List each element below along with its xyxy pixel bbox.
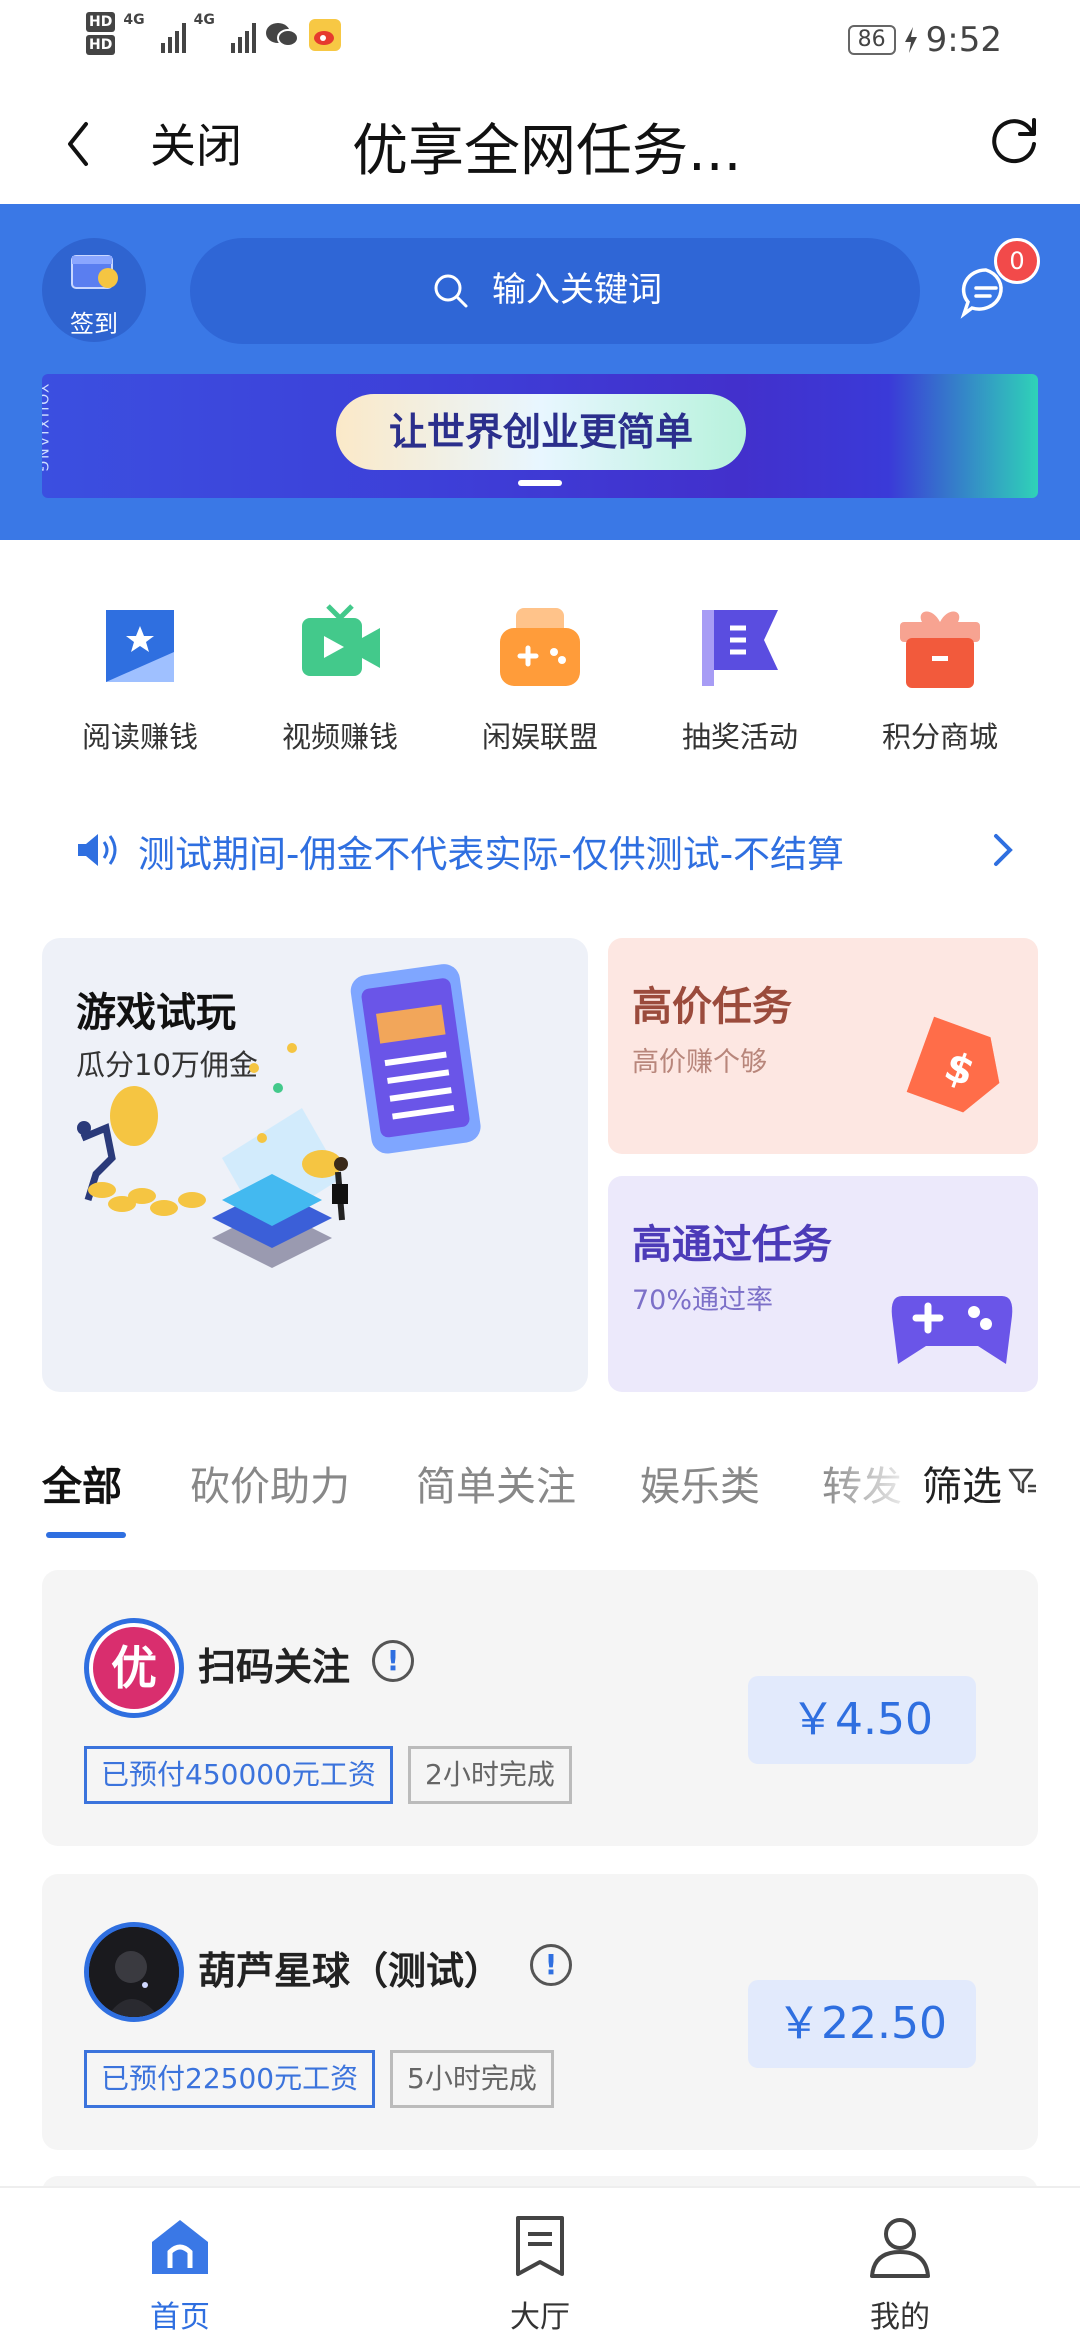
category-mall-label: 积分商城 [881, 720, 998, 754]
game-trial-card[interactable]: 游戏试玩 瓜分10万佣金 [42, 938, 588, 1392]
avatar [84, 1922, 184, 2022]
refresh-icon[interactable] [984, 110, 1044, 170]
nav-profile[interactable]: 我的 [800, 2188, 1000, 2340]
tab-bargain[interactable]: 砍价助力 [190, 1454, 350, 1512]
notice-bar[interactable]: 测试期间-佣金不代表实际-仅供测试-不结算 [76, 820, 1016, 880]
nav-profile-label: 我的 [870, 2300, 930, 2335]
category-leisure[interactable]: 闲娱联盟 [440, 600, 640, 770]
info-icon[interactable]: ! [530, 1944, 572, 1986]
active-tab-indicator [46, 1532, 126, 1538]
category-read-label: 阅读赚钱 [81, 720, 198, 754]
status-left: HD HD 4G 4G [86, 12, 342, 58]
battery-level: 86 [847, 25, 896, 55]
category-leisure-label: 闲娱联盟 [481, 720, 598, 754]
avatar: 优 [84, 1618, 184, 1718]
filter-icon[interactable] [1008, 1466, 1038, 1496]
category-video[interactable]: 视频赚钱 [240, 600, 440, 770]
signin-label: 签到 [70, 310, 118, 338]
chevron-right-icon [994, 834, 1013, 866]
prepaid-tag: 已预付450000元工资 [84, 1746, 393, 1804]
gift-icon [900, 611, 980, 688]
avatar-photo [89, 1927, 179, 2017]
back-arrow-icon[interactable] [56, 114, 100, 174]
hd1-label: HD [86, 12, 116, 32]
search-input[interactable] [492, 262, 872, 318]
high-price-subtitle: 高价赚个够 [632, 1047, 767, 1078]
status-bar: HD HD 4G 4G 86 9:52 [0, 0, 1080, 80]
nav-home-label: 首页 [150, 2300, 210, 2335]
flag-list-icon [702, 610, 778, 686]
category-read[interactable]: 阅读赚钱 [40, 600, 240, 770]
tab-all[interactable]: 全部 [42, 1454, 122, 1512]
price-tag-icon: $ [906, 1016, 1000, 1113]
net2-label: 4G [193, 12, 215, 28]
message-count-badge: 0 [994, 238, 1040, 284]
title-bar: 关闭 优享全网任务... [0, 80, 1080, 204]
video-icon [302, 604, 380, 676]
gamepad-purple-icon [891, 1296, 1013, 1364]
notice-text: 测试期间-佣金不代表实际-仅供测试-不结算 [138, 833, 845, 876]
tab-follow[interactable]: 简单关注 [416, 1454, 576, 1512]
task-card[interactable]: 葫芦星球（测试） ! 已预付22500元工资 5小时完成 ￥22.50 [42, 1874, 1038, 2150]
task-name: 葫芦星球（测试） [198, 1949, 503, 1993]
task-price[interactable]: ￥22.50 [748, 1980, 976, 2068]
high-price-title: 高价任务 [632, 984, 792, 1030]
header-area: 签到 0 YOUXIANG 让世界创业更简单 [0, 204, 1080, 540]
wechat-icon [265, 23, 299, 47]
charging-icon [904, 27, 917, 53]
signal-icon [160, 17, 186, 53]
category-lottery-label: 抽奖活动 [681, 720, 798, 754]
star-flag-icon [106, 610, 174, 682]
speaker-icon [78, 834, 117, 866]
nav-home[interactable]: 首页 [80, 2188, 280, 2340]
banner-page-indicator [518, 480, 562, 486]
high-pass-title: 高通过任务 [632, 1222, 832, 1268]
home-icon [152, 2220, 208, 2274]
hall-icon [516, 2216, 564, 2276]
status-right: 86 9:52 [847, 20, 1002, 60]
task-tabs: 全部 砍价助力 简单关注 娱乐类 转发 筛选 [42, 1440, 1042, 1540]
signal-icon-2 [230, 17, 256, 53]
gamepad-icon [500, 608, 580, 686]
clock: 9:52 [925, 20, 1002, 60]
nav-hall-label: 大厅 [510, 2300, 570, 2335]
calendar-coin-icon [71, 255, 118, 289]
banner-side-text: YOUXIANG [42, 384, 50, 474]
category-video-label: 视频赚钱 [281, 720, 398, 754]
info-icon[interactable]: ! [372, 1640, 414, 1682]
signin-button[interactable]: 签到 [42, 238, 146, 342]
prepaid-tag: 已预付22500元工资 [84, 2050, 376, 2108]
avatar-char: 优 [93, 1627, 175, 1709]
page-title: 优享全网任务... [352, 119, 742, 184]
banner-slogan: 让世界创业更简单 [336, 394, 746, 470]
nav-hall[interactable]: 大厅 [440, 2188, 640, 2340]
duration-tag: 2小时完成 [408, 1746, 572, 1804]
task-name: 扫码关注 [198, 1645, 351, 1689]
duration-tag: 5小时完成 [390, 2050, 554, 2108]
profile-icon [870, 2218, 930, 2278]
category-lottery[interactable]: 抽奖活动 [640, 600, 840, 770]
search-bar[interactable] [190, 238, 920, 344]
close-button[interactable]: 关闭 [150, 110, 242, 176]
task-price[interactable]: ￥4.50 [748, 1676, 976, 1764]
high-pass-card[interactable]: 高通过任务 70%通过率 [608, 1176, 1038, 1392]
hd2-label: HD [86, 35, 116, 55]
task-card[interactable]: 优 扫码关注 ! 已预付450000元工资 2小时完成 ￥4.50 [42, 1570, 1038, 1846]
category-grid: 阅读赚钱 视频赚钱 闲娱联盟 抽奖活动 积分商城 [40, 600, 1040, 770]
bottom-nav: 首页 大厅 我的 [0, 2186, 1080, 2340]
net1-label: 4G [123, 12, 145, 28]
high-pass-subtitle: 70%通过率 [632, 1285, 774, 1316]
promo-banner[interactable]: YOUXIANG 让世界创业更简单 [42, 374, 1038, 498]
category-mall[interactable]: 积分商城 [840, 600, 1040, 770]
search-icon [434, 274, 468, 308]
hd-indicator: HD HD [86, 12, 116, 58]
tab-entertainment[interactable]: 娱乐类 [640, 1454, 760, 1512]
game-illustration [77, 964, 481, 1268]
filter-button[interactable]: 筛选 [922, 1454, 1002, 1512]
high-price-card[interactable]: 高价任务 高价赚个够 $ [608, 938, 1038, 1154]
weibo-icon [308, 19, 341, 51]
